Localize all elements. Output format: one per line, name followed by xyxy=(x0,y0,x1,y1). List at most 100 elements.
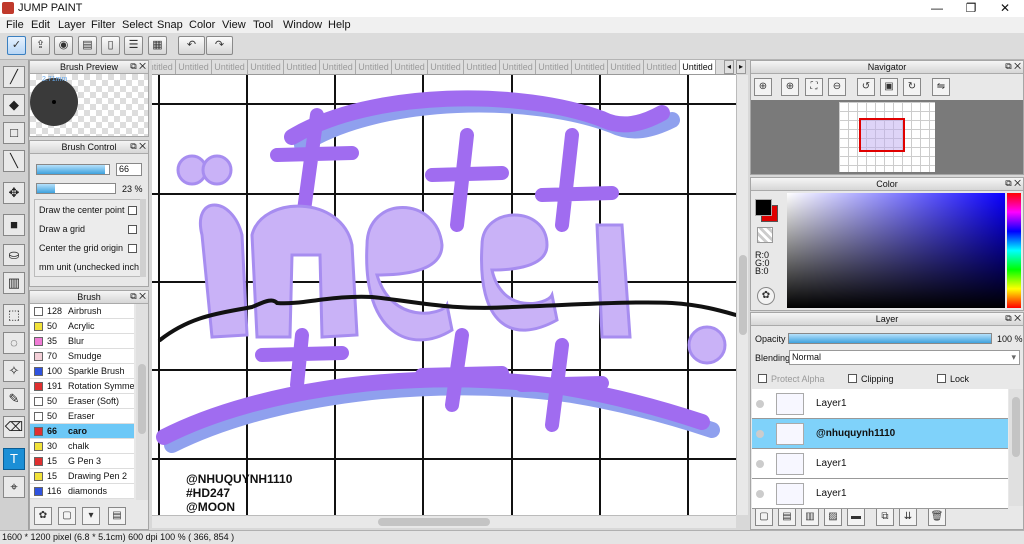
text-tool-icon[interactable]: T xyxy=(3,448,25,470)
layer-list-scrollbar[interactable] xyxy=(1009,389,1023,506)
rect-select-icon[interactable]: ⬚ xyxy=(3,304,25,326)
document-tab[interactable]: Untitled xyxy=(572,60,608,74)
menu-layer[interactable]: Layer xyxy=(58,19,86,31)
primary-color-swatch[interactable] xyxy=(755,199,772,216)
document-tab[interactable]: Untitled xyxy=(428,60,464,74)
page-icon[interactable]: ▯ xyxy=(101,36,120,55)
document-tab[interactable]: Untitled xyxy=(212,60,248,74)
rotate-right-icon[interactable]: ↻ xyxy=(903,78,921,96)
panel-close-icon[interactable]: ⧉ ✕ xyxy=(130,141,146,152)
move-tool-icon[interactable]: ✥ xyxy=(3,182,25,204)
restore-button[interactable]: ❐ xyxy=(954,0,988,17)
brush-options-scrollbar[interactable] xyxy=(140,199,146,277)
brush-list-item[interactable]: 66 caro xyxy=(30,424,134,439)
panel-close-icon[interactable]: ⧉ ✕ xyxy=(1005,313,1021,324)
flip-icon[interactable]: ⇋ xyxy=(932,78,950,96)
center-grid-checkbox[interactable] xyxy=(128,244,137,253)
brush-tool-icon[interactable]: ╱ xyxy=(3,66,25,88)
transparent-color-swatch[interactable] xyxy=(757,227,773,243)
menu-filter[interactable]: Filter xyxy=(91,19,115,31)
redo-icon[interactable]: ↷ xyxy=(206,36,233,55)
menu-file[interactable]: File xyxy=(6,19,24,31)
tabs-scroll-left-icon[interactable]: ◂ xyxy=(724,60,734,74)
brush-list-item[interactable]: 191 Rotation Symme xyxy=(30,379,134,394)
brush-list-item[interactable]: 50 Acrylic xyxy=(30,319,134,334)
draw-grid-checkbox[interactable] xyxy=(128,225,137,234)
select-eraser-icon[interactable]: ⌫ xyxy=(3,416,25,438)
canvas-vertical-scrollbar[interactable] xyxy=(736,75,748,515)
brush-list-item[interactable]: 30 chalk xyxy=(30,439,134,454)
close-button[interactable]: ✕ xyxy=(988,0,1022,17)
list-icon[interactable]: ☰ xyxy=(124,36,143,55)
panel-close-icon[interactable]: ⧉ ✕ xyxy=(130,291,146,302)
zoom-out-icon[interactable]: ⊖ xyxy=(828,78,846,96)
center-point-checkbox[interactable] xyxy=(128,206,137,215)
document-tab[interactable]: Untitled xyxy=(464,60,500,74)
document-tab[interactable]: Untitled xyxy=(500,60,536,74)
color-saturation-field[interactable] xyxy=(787,193,1005,308)
clipping-checkbox[interactable] xyxy=(848,374,857,383)
comment-icon[interactable]: ▤ xyxy=(78,36,97,55)
brush-opacity-slider[interactable] xyxy=(36,183,116,194)
menu-tool[interactable]: Tool xyxy=(253,19,273,31)
new-layer-icon[interactable]: ▢ xyxy=(755,508,773,526)
canvas-horizontal-scrollbar[interactable] xyxy=(152,515,736,528)
magic-wand-icon[interactable]: ✧ xyxy=(3,360,25,382)
brush-settings-icon[interactable]: ✿ xyxy=(34,507,52,525)
brush-list-scrollbar[interactable] xyxy=(136,304,148,500)
eye-icon[interactable] xyxy=(756,460,764,468)
speech-bubble-icon[interactable]: ◉ xyxy=(54,36,73,55)
layer-opacity-slider[interactable] xyxy=(788,333,992,344)
menu-color[interactable]: Color xyxy=(189,19,215,31)
minimize-button[interactable]: — xyxy=(920,0,954,17)
eye-icon[interactable] xyxy=(756,430,764,438)
canvas-area[interactable]: @NHUQUYNH1110 #HD247 @MOON xyxy=(152,75,736,515)
eye-icon[interactable] xyxy=(756,400,764,408)
document-tab[interactable]: Untitled xyxy=(152,60,176,74)
brush-size-input[interactable]: 66 xyxy=(116,163,142,176)
navigator-viewport-frame[interactable] xyxy=(859,118,905,152)
duplicate-layer-icon[interactable]: ⧉ xyxy=(876,508,894,526)
brush-list-item[interactable]: 116 diamonds xyxy=(30,484,134,499)
layer-row[interactable]: @nhuquynh1110 xyxy=(752,419,1008,449)
new-screen-layer-icon[interactable]: ▨ xyxy=(824,508,842,526)
hue-slider[interactable] xyxy=(1007,193,1021,308)
protect-alpha-checkbox[interactable] xyxy=(758,374,767,383)
bucket-tool-icon[interactable]: ⛀ xyxy=(3,244,25,266)
new-brush-icon[interactable]: ▢ xyxy=(58,507,76,525)
eraser-tool-icon[interactable]: ◆ xyxy=(3,94,25,116)
artwork-canvas[interactable]: @NHUQUYNH1110 #HD247 @MOON xyxy=(152,75,736,515)
blending-select[interactable]: Normal ▾ xyxy=(789,350,1020,365)
layer-row[interactable]: Layer1 xyxy=(752,479,1008,509)
brush-list-item[interactable]: 15 G Pen 3 xyxy=(30,454,134,469)
fill-rect-icon[interactable]: ■ xyxy=(3,214,25,236)
menu-snap[interactable]: Snap xyxy=(157,19,183,31)
rotate-left-icon[interactable]: ↺ xyxy=(857,78,875,96)
rectangle-tool-icon[interactable]: □ xyxy=(3,122,25,144)
line-tool-icon[interactable]: ╲ xyxy=(3,150,25,172)
eye-icon[interactable] xyxy=(756,490,764,498)
menu-select[interactable]: Select xyxy=(122,19,153,31)
menu-window[interactable]: Window xyxy=(283,19,322,31)
document-tab[interactable]: Untitled xyxy=(392,60,428,74)
brush-list-item[interactable]: 50 Eraser xyxy=(30,409,134,424)
brush-copy-icon[interactable]: ▤ xyxy=(108,507,126,525)
undo-icon[interactable]: ↶ xyxy=(178,36,205,55)
select-pen-icon[interactable]: ✎ xyxy=(3,388,25,410)
zoom-fit-icon[interactable]: ⊕ xyxy=(754,78,772,96)
gradient-tool-icon[interactable]: ▥ xyxy=(3,272,25,294)
color-palette-icon[interactable]: ✿ xyxy=(757,287,775,305)
document-tab[interactable]: Untitled xyxy=(680,60,716,74)
brush-mode-icon[interactable]: ✓ xyxy=(7,36,26,55)
menu-edit[interactable]: Edit xyxy=(31,19,50,31)
panel-close-icon[interactable]: ⧉ ✕ xyxy=(1005,178,1021,189)
layer-row[interactable]: Layer1 xyxy=(752,449,1008,479)
document-tab[interactable]: Untitled xyxy=(320,60,356,74)
document-tab[interactable]: Untitled xyxy=(248,60,284,74)
brush-list-item[interactable]: 70 Smudge xyxy=(30,349,134,364)
brush-list-item[interactable]: 50 Eraser (Soft) xyxy=(30,394,134,409)
zoom-in-icon[interactable]: ⊕ xyxy=(781,78,799,96)
zoom-actual-icon[interactable]: ⛶ xyxy=(805,78,823,96)
brush-list-item[interactable]: 15 Drawing Pen 2 xyxy=(30,469,134,484)
panel-close-icon[interactable]: ⧉ ✕ xyxy=(1005,61,1021,72)
